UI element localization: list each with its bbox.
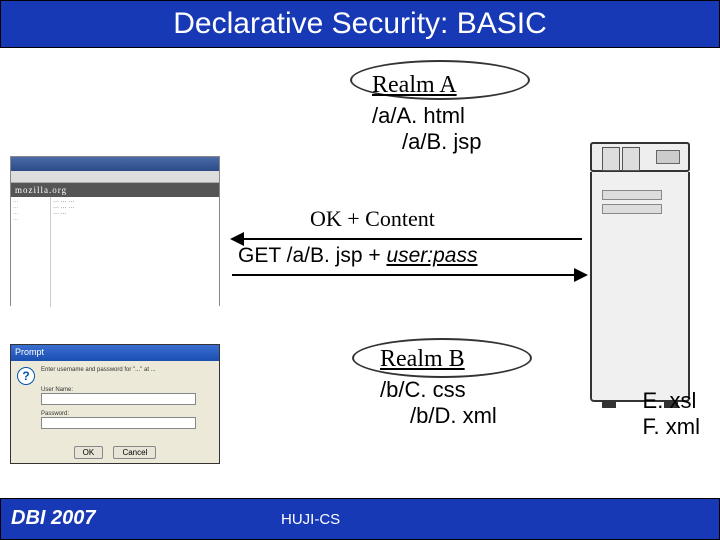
browser-sidebar: ············ (11, 197, 51, 307)
realm-a-file2: /a/B. jsp (402, 129, 481, 155)
extra-file1: E. xsl (643, 388, 700, 414)
slide-title: Declarative Security: BASIC (0, 0, 720, 48)
extra-files: E. xsl F. xml (643, 388, 700, 440)
realm-b-file2: /b/D. xml (410, 403, 497, 429)
realm-a-block: Realm A /a/A. html /a/B. jsp (372, 72, 481, 155)
browser-logo: mozilla.org (11, 183, 219, 197)
realm-b-file1: /b/C. css (380, 377, 497, 403)
footer-center: HUJI-CS (281, 511, 340, 528)
arrow-request (232, 274, 586, 276)
username-field: User Name: (41, 387, 201, 405)
arrow-response (232, 238, 582, 240)
footer-left: DBI 2007 (11, 507, 96, 530)
server-icon (590, 142, 690, 412)
dialog-message: Enter username and password for "..." at… (41, 367, 211, 373)
username-input[interactable] (41, 393, 196, 405)
browser-titlebar (11, 157, 219, 171)
browser-window: mozilla.org ············ ··· ··· ······ … (10, 156, 220, 306)
extra-file2: F. xml (643, 414, 700, 440)
password-field: Password: (41, 411, 201, 429)
slide-footer: DBI 2007 HUJI-CS (0, 498, 720, 540)
ok-button[interactable]: OK (74, 446, 104, 459)
realm-a-title: Realm A (372, 72, 481, 99)
realm-b-title: Realm B (380, 346, 497, 373)
dialog-title: Prompt (11, 345, 219, 361)
realm-a-file1: /a/A. html (372, 103, 481, 129)
realm-b-block: Realm B /b/C. css /b/D. xml (380, 346, 497, 429)
question-icon: ? (17, 367, 35, 385)
response-label: OK + Content (310, 206, 435, 232)
request-userpass: user:pass (386, 244, 477, 267)
cancel-button[interactable]: Cancel (113, 446, 156, 459)
browser-toolbar (11, 171, 219, 183)
request-get: GET /a/B. jsp + (238, 244, 386, 267)
browser-content: ··· ··· ······ ··· ······ ··· (51, 197, 219, 307)
slide-body: mozilla.org ············ ··· ··· ······ … (0, 48, 720, 493)
request-label: GET /a/B. jsp + user:pass (238, 244, 477, 268)
auth-dialog: Prompt ? Enter username and password for… (10, 344, 220, 464)
password-input[interactable] (41, 417, 196, 429)
